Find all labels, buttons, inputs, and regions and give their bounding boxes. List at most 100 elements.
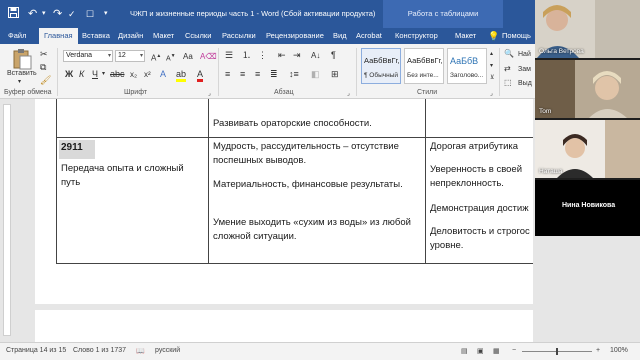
find-icon[interactable]: 🔍 — [504, 48, 514, 59]
undo-icon[interactable]: ↶ — [28, 7, 37, 21]
grow-font-icon[interactable]: A▲ — [151, 51, 161, 64]
italic-icon[interactable]: К — [79, 69, 84, 80]
shading-icon[interactable]: ◧ — [311, 69, 320, 80]
undo-dropdown-icon[interactable]: ▾ — [42, 7, 46, 21]
status-bar: Страница 14 из 15 Слово 1 из 1737 📖 русс… — [0, 342, 640, 360]
underline-icon[interactable]: Ч — [92, 69, 98, 80]
tab-layout[interactable]: Макет — [153, 28, 174, 44]
chevron-down-icon[interactable]: ▾ — [140, 51, 143, 61]
styles-more-icon[interactable]: ⊻ — [490, 73, 494, 84]
copy-icon[interactable]: ⧉ — [40, 62, 46, 73]
lightbulb-icon[interactable]: 💡 — [488, 28, 499, 44]
highlight-icon[interactable]: ab — [176, 69, 187, 82]
video-tile[interactable]: Нина Новикова — [535, 180, 640, 236]
shrink-font-icon[interactable]: A▼ — [166, 51, 176, 64]
subscript-icon[interactable]: x₂ — [130, 69, 137, 80]
style-no-spacing[interactable]: АаБбВвГг, Без инте... — [404, 48, 444, 84]
justify-icon[interactable]: ≣ — [270, 69, 278, 80]
text-effects-icon[interactable]: A — [160, 69, 166, 80]
tab-view[interactable]: Вид — [333, 28, 347, 44]
tab-review[interactable]: Рецензирование — [266, 28, 324, 44]
web-layout-icon[interactable]: ▦ — [493, 347, 500, 355]
numbering-icon[interactable]: ⒈ — [242, 50, 251, 61]
touch-mode-icon[interactable]: ☐ — [86, 7, 94, 21]
select-icon[interactable]: ⬚ — [504, 77, 512, 88]
zoom-out-icon[interactable]: − — [512, 347, 516, 354]
help-search-label[interactable]: Помощь — [502, 28, 531, 44]
table-cell-col3-para[interactable]: Дорогая атрибутика — [430, 140, 538, 154]
tab-mailings[interactable]: Рассылки — [222, 28, 256, 44]
table-cell-number[interactable]: 2911 — [61, 141, 83, 155]
line-spacing-icon[interactable]: ↕≡ — [289, 69, 299, 80]
read-mode-icon[interactable]: ▤ — [461, 347, 468, 355]
ribbon: Вставить ▾ ✂ ⧉ 🖌 Буфер обмена Verdana ▾ … — [0, 44, 535, 99]
video-tile[interactable]: Наташа — [535, 120, 640, 178]
video-tile[interactable]: Ольга Ветрова — [535, 0, 640, 58]
align-right-icon[interactable]: ≡ — [255, 69, 260, 80]
find-button[interactable]: Най — [518, 49, 531, 60]
strikethrough-icon[interactable]: abc — [110, 69, 125, 80]
zoom-in-icon[interactable]: + — [596, 347, 600, 354]
tab-references[interactable]: Ссылки — [185, 28, 211, 44]
chevron-down-icon[interactable]: ▾ — [108, 51, 111, 61]
clear-formatting-icon[interactable]: A⌫ — [200, 51, 217, 62]
increase-indent-icon[interactable]: ⇥ — [293, 50, 301, 61]
format-painter-icon[interactable]: 🖌 — [40, 75, 51, 86]
replace-icon[interactable]: ⇄ — [504, 63, 511, 74]
video-tile[interactable]: Tom — [535, 60, 640, 118]
table-cell-col2-para[interactable]: Умение выходить «сухим из воды» из любой… — [213, 216, 418, 244]
decrease-indent-icon[interactable]: ⇤ — [278, 50, 286, 61]
table-cell-col3-para[interactable]: Уверенность в своей непреклонность. — [430, 163, 538, 191]
style-heading-1[interactable]: АаБбВ Заголово... — [447, 48, 487, 84]
page-indicator[interactable]: Страница 14 из 15 — [6, 347, 66, 354]
document-page-next[interactable] — [35, 310, 533, 342]
select-button[interactable]: Выд — [518, 78, 532, 89]
table-cell-col1[interactable]: Передача опыта и сложный путь — [61, 162, 205, 190]
customize-qat-icon[interactable]: ▾ — [104, 7, 108, 21]
redo-icon[interactable]: ↷ — [53, 7, 62, 21]
proofing-icon[interactable]: 📖 — [136, 347, 145, 355]
multilevel-list-icon[interactable]: ⋮ — [258, 50, 267, 61]
align-left-icon[interactable]: ≡ — [225, 69, 230, 80]
bullets-icon[interactable]: ☰ — [225, 50, 233, 61]
style-normal[interactable]: АаБбВвГг, ¶ Обычный — [361, 48, 401, 84]
paste-dropdown-icon[interactable]: ▾ — [18, 77, 21, 88]
tab-acrobat[interactable]: Acrobat — [356, 28, 382, 44]
replace-button[interactable]: Зам — [518, 64, 531, 75]
styles-scroll-down-icon[interactable]: ▾ — [490, 61, 493, 72]
cut-icon[interactable]: ✂ — [40, 49, 48, 60]
table-cell-col2-para[interactable]: Мудрость, рассудительность – отсутствие … — [213, 140, 418, 168]
borders-icon[interactable]: ⊞ — [331, 69, 339, 80]
bold-icon[interactable]: Ж — [65, 69, 73, 80]
underline-dropdown-icon[interactable]: ▾ — [102, 69, 105, 80]
tab-insert[interactable]: Вставка — [82, 28, 110, 44]
paste-icon[interactable] — [9, 48, 35, 70]
styles-scroll-up-icon[interactable]: ▴ — [490, 49, 493, 60]
word-count[interactable]: Слово 1 из 1737 — [73, 347, 126, 354]
zoom-level[interactable]: 100% — [610, 347, 628, 354]
change-case-icon[interactable]: Aa — [183, 51, 193, 62]
zoom-slider-thumb[interactable] — [556, 348, 558, 355]
tab-design[interactable]: Дизайн — [118, 28, 143, 44]
table-cell-col2-para[interactable]: Материальность, финансовые результаты. — [213, 178, 418, 192]
table-cell-col3-para[interactable]: Демонстрация достиж — [430, 202, 538, 216]
language-indicator[interactable]: русский — [155, 347, 180, 354]
save-icon[interactable] — [8, 7, 19, 22]
font-name-combo[interactable]: Verdana ▾ — [63, 50, 113, 62]
font-color-icon[interactable]: A — [197, 69, 204, 82]
table-cell-col3-para[interactable]: Деловитость и строгос уровне. — [430, 225, 538, 253]
tab-table-layout[interactable]: Макет — [455, 28, 476, 44]
paste-button[interactable]: Вставить — [7, 68, 37, 79]
spelling-icon[interactable]: ✓ — [68, 7, 76, 21]
tab-file[interactable]: Файл — [8, 28, 26, 44]
align-center-icon[interactable]: ≡ — [240, 69, 245, 80]
show-marks-icon[interactable]: ¶ — [331, 50, 336, 61]
superscript-icon[interactable]: x² — [144, 69, 151, 80]
sort-icon[interactable]: A↓ — [311, 50, 320, 61]
print-layout-icon[interactable]: ▣ — [477, 347, 484, 355]
table-cell-prev-row[interactable]: Развивать ораторские способности. — [213, 117, 372, 131]
tab-home[interactable]: Главная — [39, 28, 78, 44]
tab-table-design[interactable]: Конструктор — [395, 28, 438, 44]
font-size-combo[interactable]: 12 ▾ — [115, 50, 145, 62]
vertical-ruler[interactable] — [3, 104, 11, 336]
